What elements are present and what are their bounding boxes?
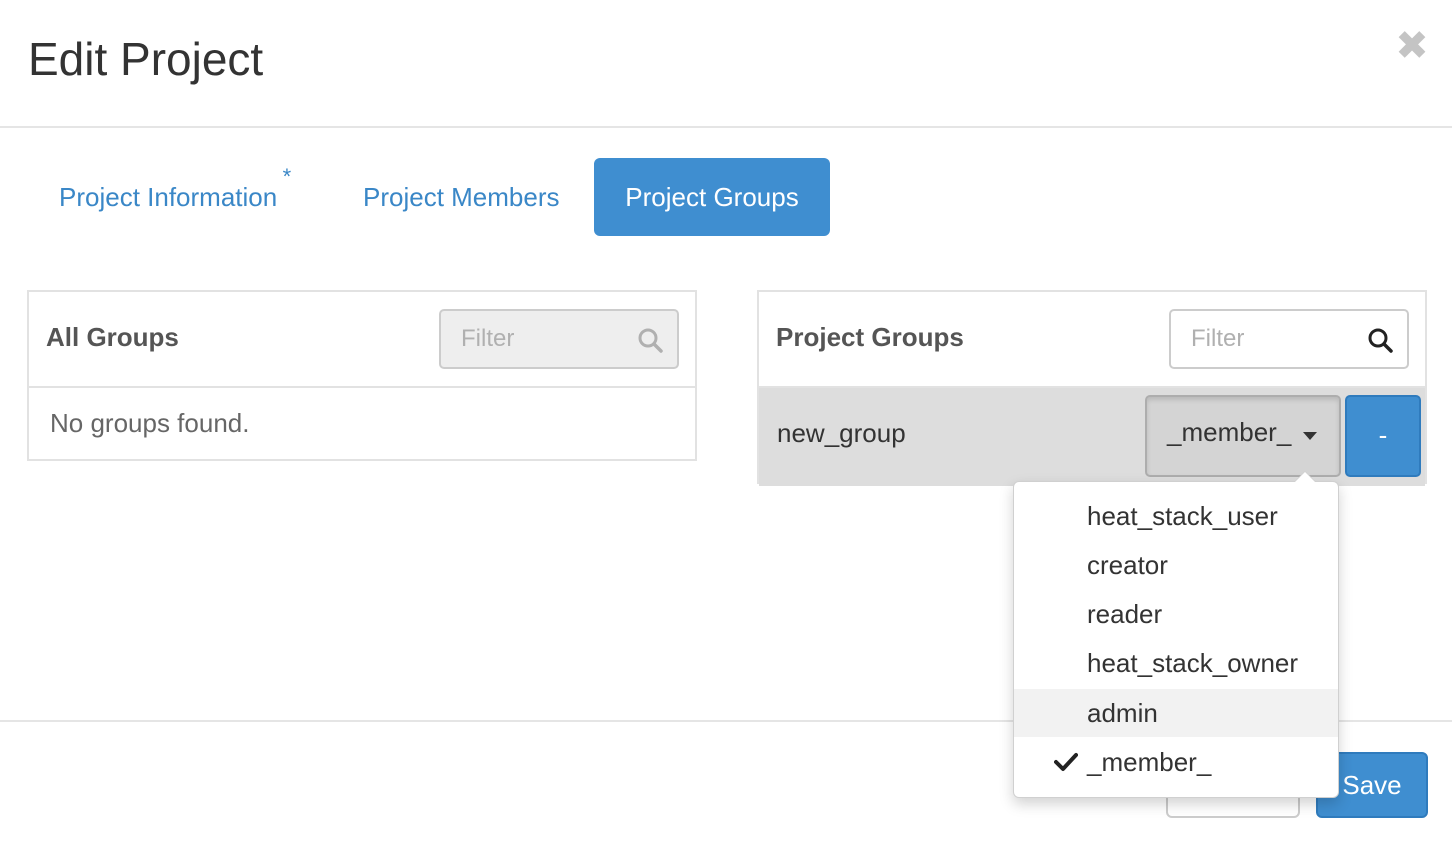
role-option-member[interactable]: _member_ xyxy=(1014,738,1338,786)
modal-header: Edit Project ✖ xyxy=(0,0,1452,128)
tab-project-groups[interactable]: Project Groups xyxy=(594,158,830,236)
role-option-heat-stack-owner[interactable]: heat_stack_owner xyxy=(1014,639,1338,687)
tab-label: Project Members xyxy=(363,182,560,212)
check-icon xyxy=(1054,753,1078,771)
required-asterisk: * xyxy=(282,164,292,189)
tab-project-information[interactable]: Project Information * xyxy=(44,158,291,236)
dropdown-arrow-inner xyxy=(1295,472,1315,482)
role-option-reader[interactable]: reader xyxy=(1014,590,1338,638)
tab-label: Project Information xyxy=(59,182,278,212)
role-select-value: _member_ xyxy=(1167,417,1292,447)
all-groups-panel: All Groups Filter No groups found. xyxy=(27,290,697,461)
search-icon xyxy=(1368,328,1393,353)
filter-placeholder: Filter xyxy=(461,325,515,352)
all-groups-title: All Groups xyxy=(46,322,179,352)
role-option-heat-stack-user[interactable]: heat_stack_user xyxy=(1014,492,1338,540)
role-dropdown-menu: heat_stack_user creator reader heat_stac… xyxy=(1013,471,1339,798)
project-group-row: new_group _member_ - xyxy=(759,388,1425,486)
group-name: new_group xyxy=(777,418,906,448)
search-icon xyxy=(638,328,663,353)
all-groups-header: All Groups Filter xyxy=(29,292,695,388)
role-option-creator[interactable]: creator xyxy=(1014,541,1338,589)
project-groups-header: Project Groups Filter xyxy=(759,292,1425,388)
project-groups-title: Project Groups xyxy=(776,322,964,352)
close-icon[interactable]: ✖ xyxy=(1394,26,1430,66)
all-groups-filter-input[interactable]: Filter xyxy=(439,309,679,369)
empty-groups-message: No groups found. xyxy=(50,408,250,438)
remove-group-button[interactable]: - xyxy=(1345,395,1421,477)
role-option-admin[interactable]: admin xyxy=(1014,689,1338,737)
tab-label: Project Groups xyxy=(625,182,799,212)
filter-placeholder: Filter xyxy=(1191,325,1245,352)
project-groups-panel: Project Groups Filter new_group _member_… xyxy=(757,290,1427,486)
modal-title: Edit Project xyxy=(28,33,264,85)
caret-down-icon xyxy=(1303,432,1317,440)
tab-project-members[interactable]: Project Members xyxy=(348,158,575,236)
role-option-label: _member_ xyxy=(1087,747,1212,777)
role-select-dropdown[interactable]: _member_ xyxy=(1145,395,1341,477)
project-groups-filter-input[interactable]: Filter xyxy=(1169,309,1409,369)
